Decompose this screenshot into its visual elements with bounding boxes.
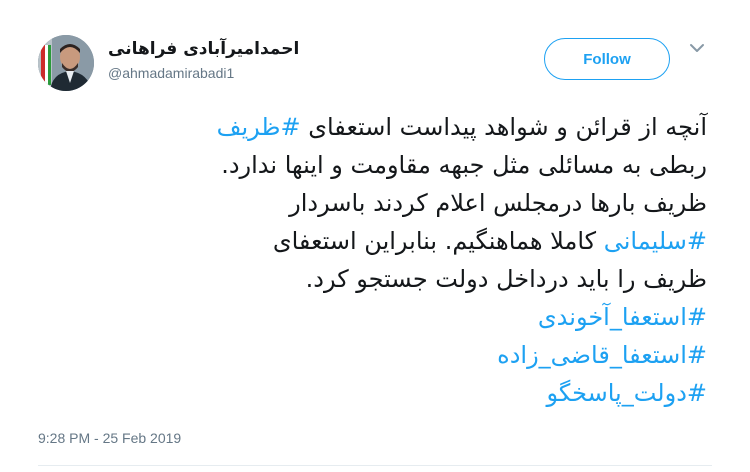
hashtag-link[interactable]: #استعفا_آخوندی <box>538 303 707 331</box>
hashtag-link[interactable]: #ظریف <box>217 113 301 141</box>
avatar-image <box>38 35 94 91</box>
tweet-line: ظریف بارها درمجلس اعلام کردند باسردار <box>27 184 707 222</box>
tweet-text-segment: ظریف بارها درمجلس اعلام کردند باسردار <box>289 189 707 217</box>
tweet-line: #استعفا_قاضی_زاده <box>27 336 707 374</box>
tweet-line: ربطی به مسائلی مثل جبهه مقاومت و اینها ن… <box>27 146 707 184</box>
tweet-timestamp[interactable]: 9:28 PM - 25 Feb 2019 <box>38 430 181 446</box>
tweet-text-segment: ربطی به مسائلی مثل جبهه مقاومت و اینها ن… <box>221 151 707 179</box>
tweet-text-segment: کاملا هماهنگیم. بنابراین استعفای <box>272 227 604 255</box>
author-info: احمدامیرآبادی فراهانی @ahmadamirabadi1 <box>108 38 299 83</box>
tweet-text-segment: آنچه از قرائن و شواهد پیداست استعفای <box>300 113 707 141</box>
divider <box>38 465 712 466</box>
hashtag-link[interactable]: #استعفا_قاضی_زاده <box>497 341 707 369</box>
hashtag-link[interactable]: #دولت_پاسخگو <box>546 379 707 407</box>
tweet-text: آنچه از قرائن و شواهد پیداست استعفای #ظر… <box>27 108 707 412</box>
tweet-text-segment: ظریف را باید درداخل دولت جستجو کرد. <box>305 265 707 293</box>
hashtag-link[interactable]: #سلیمانی <box>604 227 707 255</box>
tweet-line: آنچه از قرائن و شواهد پیداست استعفای #ظر… <box>27 108 707 146</box>
follow-button[interactable]: Follow <box>544 38 670 80</box>
chevron-down-icon[interactable] <box>689 42 705 54</box>
tweet-line: #استعفا_آخوندی <box>27 298 707 336</box>
tweet-line: #دولت_پاسخگو <box>27 374 707 412</box>
author-display-name[interactable]: احمدامیرآبادی فراهانی <box>108 38 299 60</box>
avatar[interactable] <box>38 35 94 91</box>
tweet-line: #سلیمانی کاملا هماهنگیم. بنابراین استعفا… <box>27 222 707 260</box>
author-handle[interactable]: @ahmadamirabadi1 <box>108 63 299 83</box>
tweet-line: ظریف را باید درداخل دولت جستجو کرد. <box>27 260 707 298</box>
